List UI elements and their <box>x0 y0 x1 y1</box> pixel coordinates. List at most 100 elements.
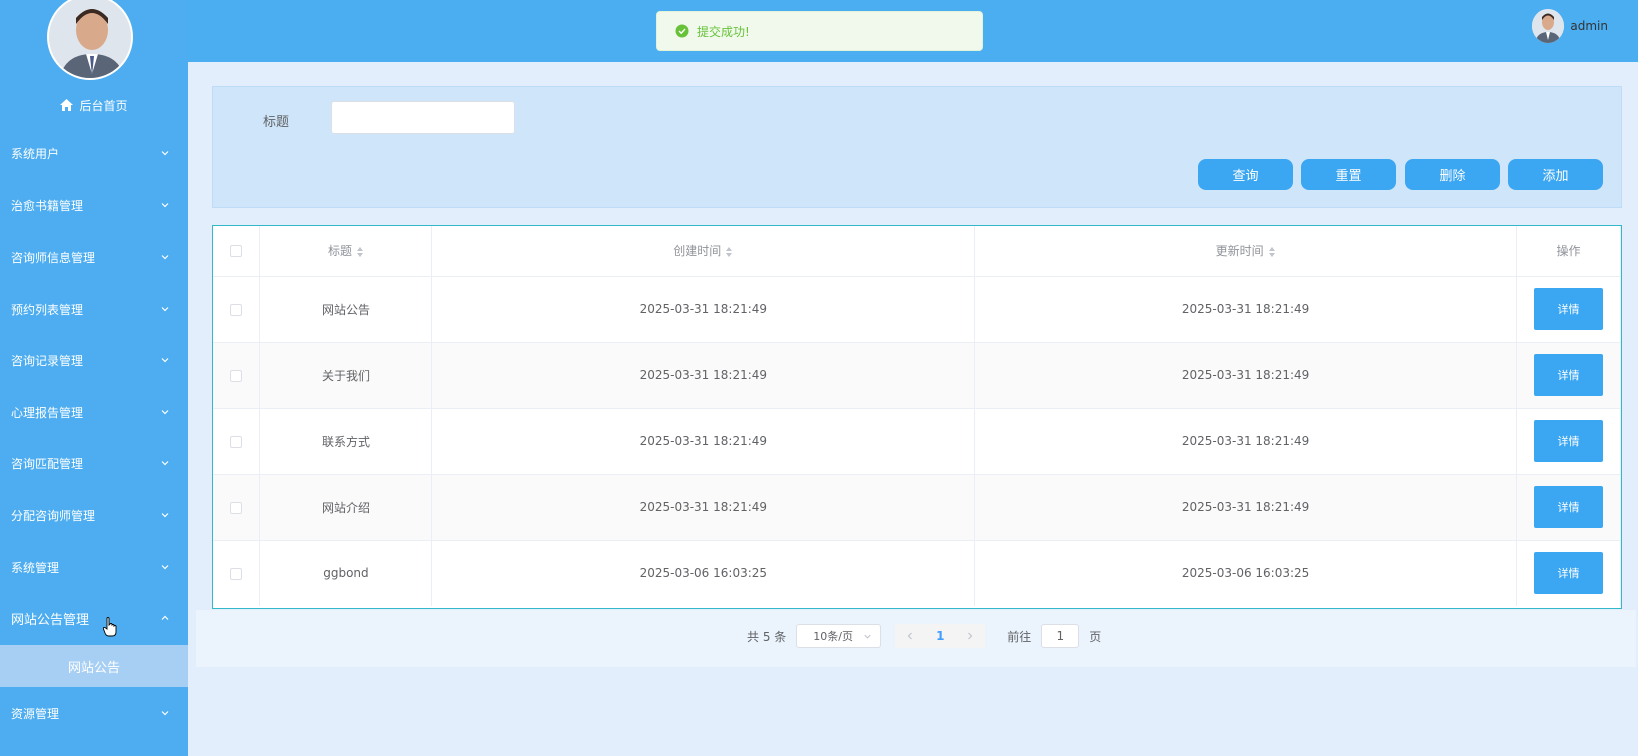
query-button[interactable]: 查询 <box>1198 159 1293 190</box>
page-number-current[interactable]: 1 <box>925 624 956 648</box>
hand-cursor-icon <box>103 617 117 637</box>
cell-title: ggbond <box>259 540 433 606</box>
check-circle-icon <box>675 24 689 38</box>
cell-updated: 2025-03-31 18:21:49 <box>974 408 1517 475</box>
username: admin <box>1570 19 1608 33</box>
column-header-label: 更新时间 <box>1215 244 1264 259</box>
sidebar-item-resources[interactable]: 资源管理 <box>0 687 188 739</box>
cell-created: 2025-03-06 16:03:25 <box>431 540 976 606</box>
chevron-down-icon <box>864 634 871 639</box>
sidebar-item-label: 治愈书籍管理 <box>11 198 84 213</box>
chevron-down-icon <box>161 203 169 208</box>
sidebar-item-system-users[interactable]: 系统用户 <box>0 127 188 179</box>
sidebar-item-label: 网站公告管理 <box>11 612 90 628</box>
chevron-down-icon <box>161 307 169 312</box>
chevron-down-icon <box>161 358 169 363</box>
row-checkbox[interactable] <box>230 303 243 316</box>
sidebar-item-psych-reports[interactable]: 心理报告管理 <box>0 386 188 438</box>
cell-created: 2025-03-31 18:21:49 <box>431 474 976 541</box>
chevron-down-icon <box>161 513 169 518</box>
cell-title: 联系方式 <box>259 408 433 475</box>
sidebar-avatar <box>47 0 133 80</box>
sidebar-item-counselor-info[interactable]: 咨询师信息管理 <box>0 231 188 283</box>
column-header-title[interactable]: 标题 <box>259 226 433 277</box>
chevron-right-icon <box>968 632 973 640</box>
prev-page-button[interactable] <box>895 624 926 648</box>
chevron-down-icon <box>161 255 169 260</box>
sidebar-item-label: 咨询匹配管理 <box>11 456 84 471</box>
success-toast: 提交成功! <box>656 11 983 51</box>
column-header-created[interactable]: 创建时间 <box>431 226 976 277</box>
reset-button[interactable]: 重置 <box>1301 159 1396 190</box>
column-header-action: 操作 <box>1516 226 1622 277</box>
sidebar-item-label: 分配咨询师管理 <box>11 508 96 523</box>
goto-suffix: 页 <box>1089 629 1102 644</box>
data-table: 标题 创建时间 更新时间 操作 网站公告 2025-03-31 18:21:49… <box>212 225 1622 609</box>
sidebar-item-system-management[interactable]: 系统管理 <box>0 541 188 593</box>
table-row: ggbond 2025-03-06 16:03:25 2025-03-06 16… <box>213 540 1622 606</box>
detail-button[interactable]: 详情 <box>1533 354 1603 396</box>
chevron-down-icon <box>161 151 169 156</box>
table-row: 联系方式 2025-03-31 18:21:49 2025-03-31 18:2… <box>213 408 1622 475</box>
detail-button[interactable]: 详情 <box>1533 552 1603 595</box>
chevron-down-icon <box>161 711 169 716</box>
sidebar-subitem-announcement[interactable]: 网站公告 <box>0 645 188 687</box>
select-all-checkbox[interactable] <box>230 245 243 258</box>
pagination-total: 共 5 条 <box>747 629 787 644</box>
sidebar: 后台首页 系统用户 治愈书籍管理 咨询师信息管理 预约列表管理 咨询记录管理 心… <box>0 0 188 756</box>
sidebar-item-assign-counselor[interactable]: 分配咨询师管理 <box>0 489 188 541</box>
page-size-value: 10条/页 <box>813 630 853 643</box>
cell-updated: 2025-03-31 18:21:49 <box>974 342 1517 409</box>
table-row: 网站公告 2025-03-31 18:21:49 2025-03-31 18:2… <box>213 276 1622 343</box>
sidebar-item-books[interactable]: 治愈书籍管理 <box>0 179 188 231</box>
sidebar-item-consult-records[interactable]: 咨询记录管理 <box>0 334 188 386</box>
user-menu[interactable]: admin <box>1532 9 1608 43</box>
cell-title: 关于我们 <box>259 342 433 409</box>
sort-icon[interactable] <box>356 246 364 258</box>
row-checkbox[interactable] <box>230 501 243 514</box>
user-avatar <box>1532 9 1565 43</box>
cell-created: 2025-03-31 18:21:49 <box>431 276 976 343</box>
sort-icon[interactable] <box>1268 246 1276 258</box>
sidebar-item-label: 系统管理 <box>11 560 60 575</box>
detail-button[interactable]: 详情 <box>1533 486 1603 528</box>
row-checkbox[interactable] <box>230 369 243 382</box>
detail-button[interactable]: 详情 <box>1533 420 1603 462</box>
select-all-cell <box>213 226 261 277</box>
sidebar-item-label: 资源管理 <box>11 706 60 721</box>
page-size-select[interactable]: 10条/页 <box>796 624 882 648</box>
sidebar-item-label: 心理报告管理 <box>11 405 84 420</box>
column-header-label: 标题 <box>327 244 352 259</box>
cell-title: 网站介绍 <box>259 474 433 541</box>
table-header-row: 标题 创建时间 更新时间 操作 <box>213 226 1622 277</box>
sidebar-home-label: 后台首页 <box>79 98 128 113</box>
row-checkbox[interactable] <box>230 435 243 448</box>
chevron-up-icon <box>161 615 169 620</box>
cell-created: 2025-03-31 18:21:49 <box>431 342 976 409</box>
sort-icon[interactable] <box>725 246 733 258</box>
home-icon <box>60 99 74 111</box>
sidebar-home-link[interactable]: 后台首页 <box>0 94 188 116</box>
sidebar-item-consult-matching[interactable]: 咨询匹配管理 <box>0 437 188 489</box>
goto-prefix: 前往 <box>1007 629 1032 644</box>
search-panel: 标题 查询 重置 删除 添加 <box>212 86 1622 208</box>
goto-page-input[interactable]: 1 <box>1041 624 1080 648</box>
column-header-label: 创建时间 <box>673 244 722 259</box>
sidebar-item-label: 咨询师信息管理 <box>11 250 96 265</box>
chevron-down-icon <box>161 565 169 570</box>
sidebar-item-label: 系统用户 <box>11 146 60 161</box>
next-page-button[interactable] <box>955 624 986 648</box>
chevron-left-icon <box>907 632 913 640</box>
add-button[interactable]: 添加 <box>1508 159 1603 190</box>
column-header-updated[interactable]: 更新时间 <box>974 226 1517 277</box>
cell-created: 2025-03-31 18:21:49 <box>431 408 976 475</box>
search-title-input[interactable] <box>331 101 515 134</box>
sidebar-subitem-label: 网站公告 <box>67 660 120 676</box>
sidebar-item-appointments[interactable]: 预约列表管理 <box>0 283 188 335</box>
cell-updated: 2025-03-31 18:21:49 <box>974 276 1517 343</box>
row-checkbox[interactable] <box>230 567 243 580</box>
delete-button[interactable]: 删除 <box>1405 159 1500 190</box>
detail-button[interactable]: 详情 <box>1533 288 1603 330</box>
cell-updated: 2025-03-06 16:03:25 <box>974 540 1517 606</box>
sidebar-item-announcements[interactable]: 网站公告管理 <box>0 592 188 644</box>
